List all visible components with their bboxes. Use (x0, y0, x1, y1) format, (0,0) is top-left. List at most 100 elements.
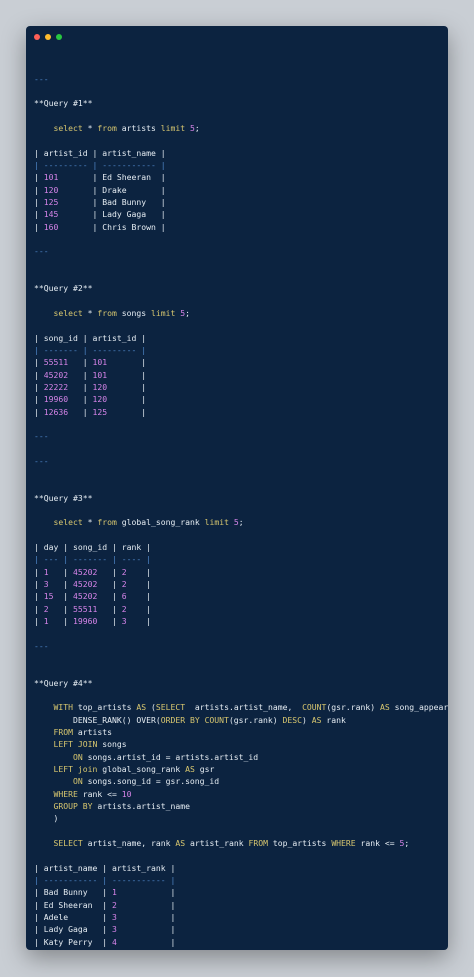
code-token: | (68, 369, 93, 380)
code-token: | Bad Bunny | (58, 196, 166, 207)
code-token: songs.song_id = gsr.song_id (82, 776, 220, 787)
code-token: AS (136, 702, 147, 713)
code-token: songs (116, 307, 151, 318)
code-line: | ----------- | ----------- | (34, 874, 448, 886)
code-token: 120 (92, 381, 108, 392)
code-token: | artist_name | artist_rank | (34, 862, 176, 873)
code-token: **Query #3** (34, 492, 93, 503)
code-token: | (97, 591, 122, 602)
code-token: | (116, 936, 176, 947)
code-token: --- (34, 73, 49, 84)
code-token: 45202 (73, 591, 98, 602)
code-token: 10 (121, 788, 132, 799)
code-token: 125 (43, 196, 59, 207)
code-token: 15 (43, 591, 54, 602)
code-line: --- (34, 455, 448, 467)
code-token: | --------- | ----------- | (34, 159, 166, 170)
code-line: **Query #1** (34, 97, 448, 109)
code-token: WHERE (53, 788, 78, 799)
code-token: | (34, 579, 44, 590)
code-token: | (34, 209, 44, 220)
code-token: | Drake | (34, 949, 112, 950)
code-token: | (116, 924, 176, 935)
code-token: 120 (92, 394, 108, 405)
maximize-button[interactable] (56, 34, 62, 40)
code-token: | (34, 381, 44, 392)
code-token: artists.artist_name, (185, 702, 303, 713)
minimize-button[interactable] (45, 34, 51, 40)
code-token: | (107, 394, 147, 405)
code-token: | day | song_id | rank | (34, 542, 151, 553)
code-token: artists (73, 727, 112, 738)
code-token: | (53, 591, 73, 602)
code-token: limit (160, 122, 186, 133)
code-token: | (97, 603, 122, 614)
code-token: ORDER BY (160, 714, 200, 725)
code-token: 145 (43, 209, 59, 220)
code-token: | Katy Perry | (34, 936, 112, 947)
code-line: WITH top_artists AS (SELECT artists.arti… (34, 701, 449, 713)
code-token: 125 (92, 406, 108, 417)
code-token: --- (34, 431, 49, 442)
code-token: | (97, 616, 122, 627)
code-token: | ----------- | ----------- | (34, 874, 176, 885)
code-line: | Ed Sheeran | 2 | (34, 899, 448, 911)
code-line: **Query #3** (34, 492, 448, 504)
code-token: | Adele | (34, 911, 112, 922)
code-token: | Lady Gaga | (58, 209, 166, 220)
code-token: | Lady Gaga | (34, 924, 112, 935)
code-line: --- (34, 245, 448, 257)
code-line: | 1 | 45202 | 2 | (34, 566, 448, 578)
code-token: ) (302, 714, 312, 725)
code-token: | (34, 369, 44, 380)
code-token: | (107, 406, 147, 417)
code-line: | 19960 | 120 | (34, 393, 448, 405)
code-token: * (82, 517, 98, 528)
code-token: | (126, 616, 151, 627)
close-button[interactable] (34, 34, 40, 40)
code-token: ; (238, 517, 244, 528)
code-token: ( (146, 702, 156, 713)
code-token: | ------- | --------- | (34, 344, 147, 355)
code-token: WITH (53, 702, 74, 713)
code-token: from (97, 307, 117, 318)
code-token: song_appearances, (394, 702, 448, 713)
code-token: | (126, 603, 151, 614)
code-line: FROM artists (34, 726, 448, 738)
code-token: LEFT join (53, 764, 98, 775)
code-token: 45202 (43, 369, 69, 380)
code-line: ON songs.song_id = gsr.song_id (34, 775, 448, 787)
code-token: AS (175, 838, 186, 848)
code-token: 22222 (43, 381, 69, 392)
code-token: (gsr.rank) (228, 714, 283, 725)
code-token: | artist_id | artist_name | (34, 147, 166, 158)
code-token: 19960 (43, 394, 69, 405)
code-token: (gsr.rank) (326, 702, 381, 713)
code-token: | (117, 949, 175, 950)
code-token: | (48, 566, 73, 577)
code-token: | (107, 381, 147, 392)
code-token: | (126, 579, 151, 590)
code-line: | Adele | 3 | (34, 911, 448, 923)
code-token: 19960 (73, 616, 98, 627)
code-line: **Query #2** (34, 282, 448, 294)
code-token: artists.artist_name (92, 801, 190, 812)
code-token: | (68, 406, 93, 417)
code-line: LEFT join global_song_rank AS gsr (34, 763, 448, 775)
code-token: | (116, 899, 176, 910)
markdown-output: --- **Query #1** select * from artists l… (34, 48, 448, 950)
code-token: **Query #1** (34, 98, 93, 109)
code-token: --- (34, 246, 49, 257)
code-token: rank (321, 714, 346, 725)
code-line: | Bad Bunny | 1 | (34, 886, 448, 898)
